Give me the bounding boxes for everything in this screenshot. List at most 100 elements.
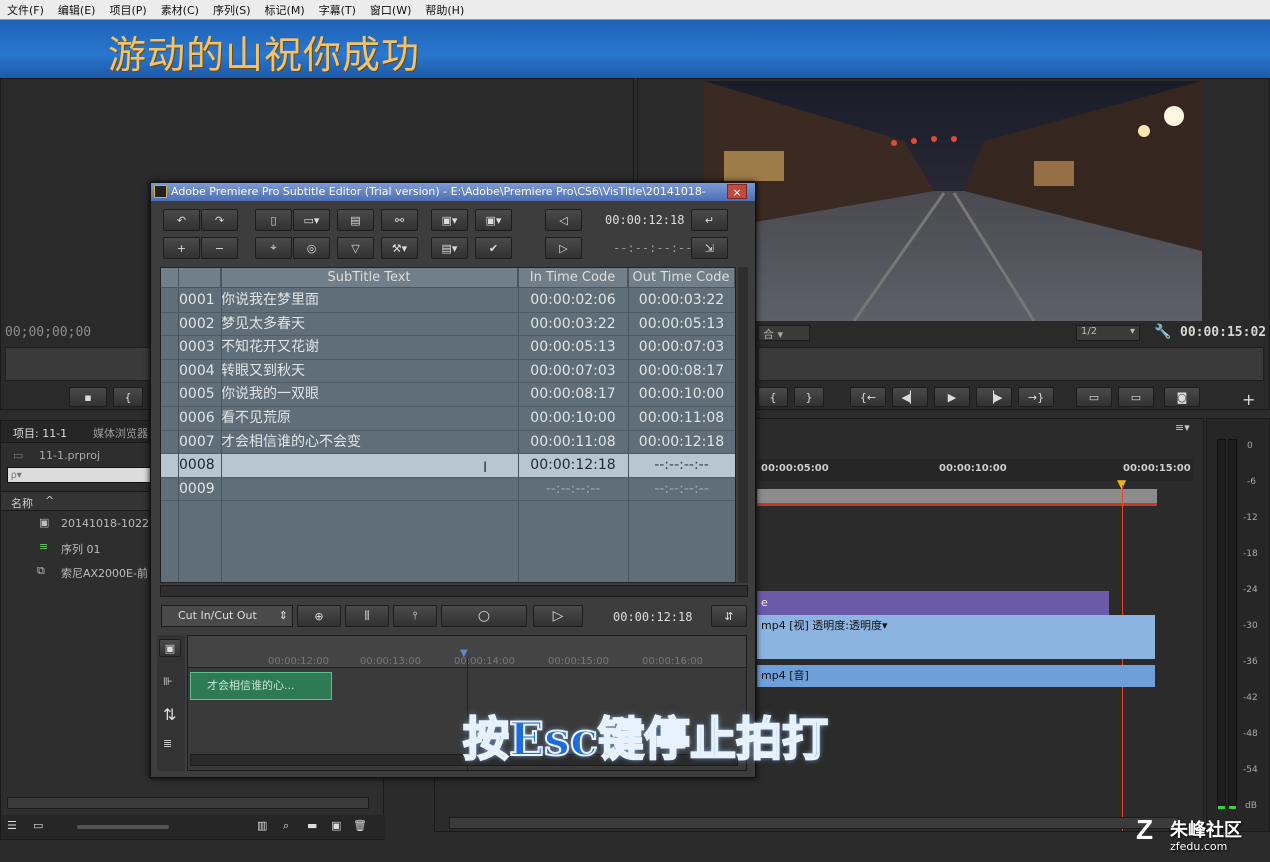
out-timecode-header[interactable]: Out Time Code (628, 268, 735, 288)
set-in-button[interactable]: ◁ (545, 209, 582, 231)
out-timecode-cell[interactable]: 00:00:08:17 (628, 360, 735, 383)
add-row-button[interactable]: + (163, 237, 200, 259)
subtitle-text-cell[interactable]: 不知花开又花谢 (221, 336, 517, 359)
set-out-button[interactable]: ▷ (545, 237, 582, 259)
subtitle-text-cell[interactable]: 才会相信谁的心不会变 (221, 431, 517, 454)
wrench-icon[interactable]: 🔧 (1154, 324, 1171, 340)
export-button[interactable]: ▣▾ (475, 209, 512, 231)
open-file-button[interactable]: ▭▾ (293, 209, 330, 231)
delete-icon[interactable]: 🗑 (353, 819, 367, 832)
table-row[interactable]: 0002 梦见太多春天 00:00:03:22 00:00:05:13 (161, 313, 735, 337)
track-icon[interactable]: ⊪ (163, 675, 173, 688)
import-button[interactable]: ▣▾ (431, 209, 468, 231)
menu-item[interactable]: 标记(M) (258, 2, 312, 18)
search-button[interactable]: ◎ (293, 237, 330, 259)
lift-button[interactable]: ▭ (1076, 387, 1112, 407)
in-timecode-cell[interactable]: 00:00:12:18 (518, 454, 628, 477)
find-icon[interactable]: ⌕ (283, 819, 289, 833)
preview-button[interactable]: ⊕ (297, 605, 341, 627)
in-timecode-cell[interactable]: 00:00:07:03 (518, 360, 628, 383)
in-timecode-cell[interactable]: 00:00:08:17 (518, 383, 628, 406)
table-row[interactable]: 0001 你说我在梦里面 00:00:02:06 00:00:03:22 (161, 289, 735, 313)
subtitle-text-cell[interactable]: 转眼又到秋天 (221, 360, 517, 383)
in-timecode-cell[interactable]: --:--:--:-- (518, 478, 628, 501)
table-row[interactable]: 0007 才会相信谁的心不会变 00:00:11:08 00:00:12:18 (161, 431, 735, 455)
find-button[interactable]: ⌖ (255, 237, 292, 259)
in-timecode-cell[interactable]: 00:00:05:13 (518, 336, 628, 359)
fit-dropdown[interactable]: 合 ▾ (758, 325, 810, 341)
project-search-input[interactable] (7, 467, 153, 483)
menu-item[interactable]: 序列(S) (206, 2, 258, 18)
undo-button[interactable]: ↶ (163, 209, 200, 231)
in-timecode-cell[interactable]: 00:00:02:06 (518, 289, 628, 312)
mode-select[interactable]: Cut In/Cut Out ⇕ (161, 605, 293, 627)
subtitle-text-cell[interactable]: 你说我的一双眼 (221, 383, 517, 406)
out-timecode-cell[interactable]: 00:00:12:18 (628, 431, 735, 454)
table-vertical-scrollbar[interactable] (738, 267, 748, 583)
out-timecode-cell[interactable]: 00:00:03:22 (628, 289, 735, 312)
timeline-scrollbar[interactable] (449, 817, 1179, 829)
zoom-dropdown[interactable]: 1/2 ▾ (1076, 325, 1140, 341)
subtitle-text-cell[interactable]: 看不见荒原 (221, 407, 517, 430)
export-frame-button[interactable]: ◙ (1164, 387, 1200, 407)
project-scrollbar[interactable] (7, 797, 369, 809)
icon-view-icon[interactable]: ▭ (33, 819, 43, 832)
check-button[interactable]: ✔ (475, 237, 512, 259)
table-row[interactable]: 0005 你说我的一双眼 00:00:08:17 00:00:10:00 (161, 383, 735, 407)
new-bin-icon[interactable]: ▬ (307, 819, 317, 832)
program-scrub-bar[interactable] (758, 347, 1264, 381)
distribute-button[interactable]: ⫯ (393, 605, 437, 627)
out-timecode-cell[interactable]: 00:00:05:13 (628, 313, 735, 336)
subtitle-clip[interactable]: 才会相信谁的心... (190, 672, 332, 700)
in-timecode-cell[interactable]: 00:00:10:00 (518, 407, 628, 430)
tab-media-browser[interactable]: 媒体浏览器 (93, 425, 148, 441)
subtitle-text-header[interactable]: SubTitle Text (221, 268, 518, 288)
audio-clip[interactable]: mp4 [音] (757, 665, 1155, 687)
subtitle-text-cell[interactable]: 你说我在梦里面 (221, 289, 517, 312)
out-timecode-cell[interactable]: 00:00:10:00 (628, 383, 735, 406)
table-row[interactable]: 0008 00:00:12:18 --:--:--:-- (161, 454, 735, 478)
align-button[interactable]: ⫼ (345, 605, 389, 627)
timeline-menu-icon[interactable]: ≡▾ (1175, 421, 1190, 434)
name-column-header[interactable]: 名称 (11, 495, 33, 511)
out-timecode-cell[interactable]: 00:00:07:03 (628, 336, 735, 359)
close-button[interactable]: × (727, 184, 747, 199)
go-to-in-button[interactable]: {← (850, 387, 886, 407)
list-view-icon[interactable]: ☰ (7, 819, 17, 832)
out-timecode-cell[interactable]: 00:00:11:08 (628, 407, 735, 430)
automate-icon[interactable]: ▥ (257, 819, 267, 832)
video-clip[interactable]: mp4 [视] 透明度:透明度▾ (757, 615, 1155, 659)
out-timecode-cell[interactable]: --:--:--:-- (628, 478, 735, 501)
layers-icon[interactable]: ≣ (163, 737, 172, 750)
zoom-fit-icon[interactable]: ▣ (159, 639, 181, 657)
menu-item[interactable]: 字幕(T) (312, 2, 363, 18)
record-button[interactable]: ○ (441, 605, 527, 627)
source-marker-button[interactable]: ▪ (69, 387, 107, 407)
split-button[interactable]: ⇲ (691, 237, 728, 259)
in-timecode-cell[interactable]: 00:00:03:22 (518, 313, 628, 336)
tools-button[interactable]: ⚒▾ (381, 237, 418, 259)
save-button[interactable]: ▤ (337, 209, 374, 231)
format-button[interactable]: ▤▾ (431, 237, 468, 259)
menu-item[interactable]: 项目(P) (102, 2, 153, 18)
menu-item[interactable]: 编辑(E) (51, 2, 103, 18)
play-button[interactable]: ▶ (934, 387, 970, 407)
tab-project[interactable]: 项目: 11-1 (13, 425, 67, 441)
purple-clip[interactable]: e (757, 591, 1109, 615)
dialog-play-button[interactable]: ▷ (533, 605, 583, 627)
enter-button[interactable]: ↵ (691, 209, 728, 231)
step-back-button[interactable]: ◀▏ (892, 387, 928, 407)
table-row[interactable]: 0009 --:--:--:-- --:--:--:-- (161, 478, 735, 502)
redo-button[interactable]: ↷ (201, 209, 238, 231)
step-forward-button[interactable]: ▕▶ (976, 387, 1012, 407)
in-timecode-header[interactable]: In Time Code (518, 268, 628, 288)
go-to-out-button[interactable]: →} (1018, 387, 1054, 407)
new-item-icon[interactable]: ▣ (331, 819, 341, 832)
add-button-icon[interactable]: + (1242, 390, 1255, 409)
table-row[interactable]: 0006 看不见荒原 00:00:10:00 00:00:11:08 (161, 407, 735, 431)
menu-item[interactable]: 素材(C) (154, 2, 206, 18)
subtitle-text-cell[interactable]: 梦见太多春天 (221, 313, 517, 336)
share-button[interactable]: ⚯ (381, 209, 418, 231)
table-row[interactable]: 0003 不知花开又花谢 00:00:05:13 00:00:07:03 (161, 336, 735, 360)
new-file-button[interactable]: ▯ (255, 209, 292, 231)
